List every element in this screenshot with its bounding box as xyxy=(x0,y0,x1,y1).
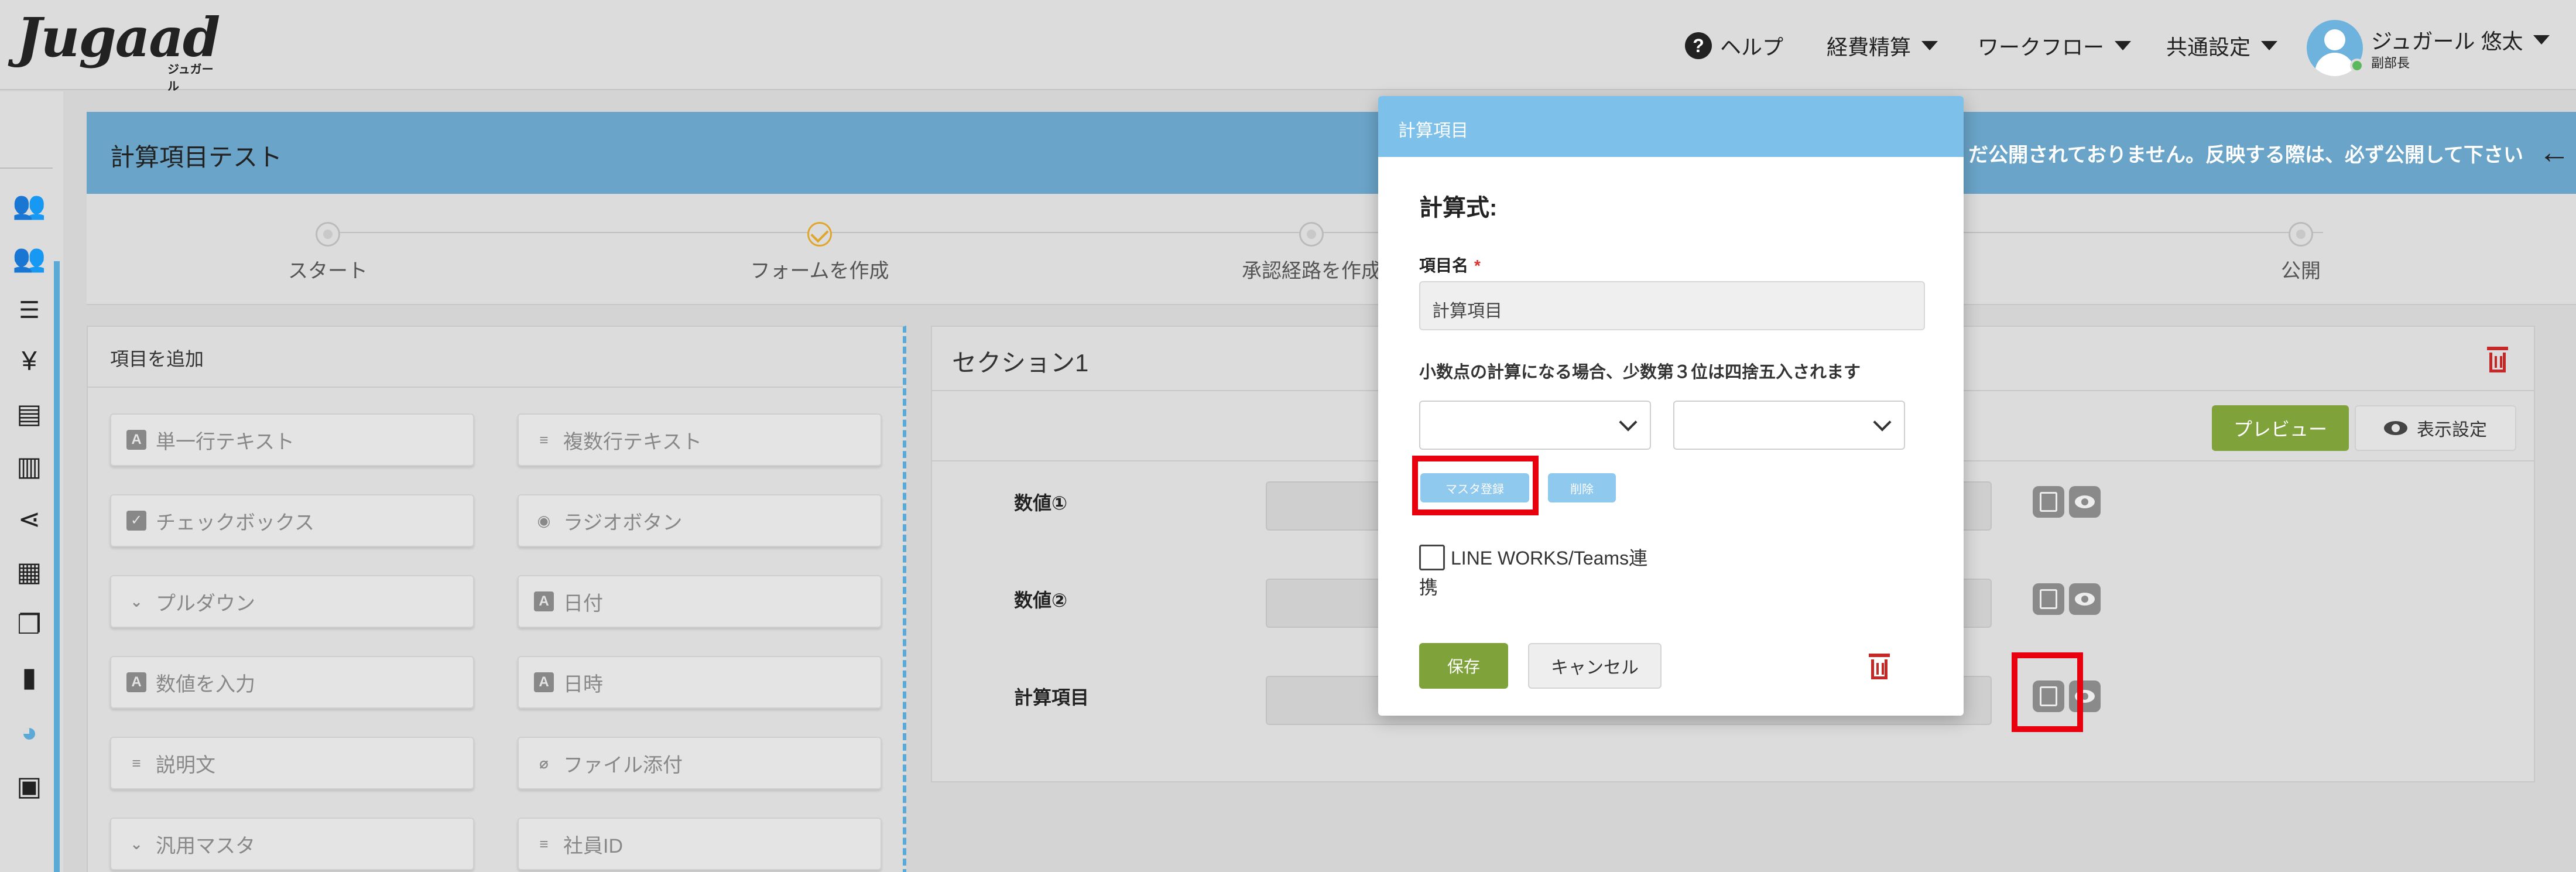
delete-formula-button[interactable]: 削除 xyxy=(1548,473,1616,502)
field-name-label: 項目名 * xyxy=(1419,257,1481,275)
field-palette: 項目を追加 A 単一行テキスト ≡ 複数行テキスト ✓ チェックボックス ◉ ラジオボタ… xyxy=(87,326,906,872)
chevron-down-icon xyxy=(1873,413,1892,432)
team-icon[interactable]: 👥 xyxy=(12,242,46,273)
cancel-button[interactable]: キャンセル xyxy=(1528,643,1662,689)
form-header: 計算項目テスト だ公開されておりません。反映する際は、必ず公開して下さい ← xyxy=(87,112,2576,194)
edit-icon[interactable] xyxy=(2033,583,2064,615)
row-label-number-2: 数値② xyxy=(1014,590,1068,611)
modal-title: 計算項目 xyxy=(1378,96,1964,157)
checkbox-icon: ✓ xyxy=(126,511,146,531)
main-content: 計算項目テスト だ公開されておりません。反映する際は、必ず公開して下さい ← ス… xyxy=(63,91,2576,872)
field-number[interactable]: A 数値を入力 xyxy=(110,656,474,709)
rail-accent xyxy=(54,261,60,872)
eye-icon[interactable] xyxy=(2069,486,2101,518)
check-icon xyxy=(807,222,832,247)
copy-icon[interactable]: ❐ xyxy=(14,609,44,640)
user-role: 副部長 xyxy=(2371,56,2410,70)
field-file-attachment[interactable]: ⌀ ファイル添付 xyxy=(518,737,882,789)
calc-item-modal: 計算項目 計算式: 項目名 * 計算項目 小数点の計算になる場合、少数第３位は四捨… xyxy=(1378,96,1964,716)
text-field-icon: A xyxy=(126,430,146,450)
field-description[interactable]: ≡ 説明文 xyxy=(110,737,474,789)
nav-common-settings-menu[interactable]: 共通設定 xyxy=(2166,28,2278,63)
preview-button[interactable]: プレビュー xyxy=(2212,405,2349,451)
formula-select-2[interactable] xyxy=(1673,401,1905,450)
field-general-master[interactable]: ⌄ 汎用マスタ xyxy=(110,818,474,870)
row-label-calc-item: 計算項目 xyxy=(1014,687,1090,708)
chevron-down-icon: ⌄ xyxy=(130,593,143,610)
help-link[interactable]: ? ヘルプ xyxy=(1685,28,1783,63)
field-name-input[interactable]: 計算項目 xyxy=(1419,281,1925,330)
nav-expense-menu[interactable]: 経費精算 xyxy=(1827,28,1938,63)
field-date[interactable]: A 日付 xyxy=(518,575,882,628)
row-label-number-1: 数値① xyxy=(1014,493,1068,514)
display-settings-button[interactable]: 表示設定 xyxy=(2355,405,2516,451)
back-arrow-icon[interactable]: ← xyxy=(2539,134,2570,170)
formula-heading: 計算式: xyxy=(1419,195,1498,221)
field-pulldown[interactable]: ⌄ プルダウン xyxy=(110,575,474,628)
rounding-note: 小数点の計算になる場合、少数第３位は四捨五入されます xyxy=(1419,363,1861,382)
text-field-icon: A xyxy=(126,672,146,692)
lines-icon: ≡ xyxy=(539,835,549,853)
table-icon[interactable]: ▦ xyxy=(14,556,44,587)
progress-steps: スタート フォームを作成 承認経路を作成 公開 xyxy=(87,194,2576,305)
users-icon[interactable]: 👥 xyxy=(12,190,46,220)
field-employee-id[interactable]: ≡ 社員ID xyxy=(518,818,882,870)
eye-icon[interactable] xyxy=(2069,583,2101,615)
palette-title: 項目を追加 xyxy=(88,327,903,388)
page-title: 計算項目テスト xyxy=(110,143,283,171)
step-dot-icon xyxy=(1299,222,1324,247)
required-mark: * xyxy=(1474,257,1481,275)
text-field-icon: A xyxy=(534,672,554,692)
yen-icon[interactable]: ¥ xyxy=(14,346,44,376)
line-works-teams-checkbox[interactable]: LINE WORKS/Teams連 携 xyxy=(1419,543,1677,602)
online-status-dot xyxy=(2350,59,2364,73)
field-datetime[interactable]: A 日時 xyxy=(518,656,882,709)
step-approval-route[interactable]: 承認経路を作成 xyxy=(1224,215,1399,283)
highlight-master-register xyxy=(1412,456,1539,515)
delete-item-trash-icon[interactable] xyxy=(1868,654,1891,680)
lines-icon: ≡ xyxy=(539,431,549,449)
save-button[interactable]: 保存 xyxy=(1419,643,1508,689)
caret-down-icon xyxy=(2533,35,2550,45)
chevron-down-icon: ⌄ xyxy=(130,835,143,853)
radio-icon: ◉ xyxy=(537,512,551,529)
top-header: Jugaad ジュガール ? ヘルプ 経費精算 ワークフロー 共通設定 ジュガー… xyxy=(0,0,2576,93)
file-icon[interactable]: ▮ xyxy=(14,662,44,692)
field-multi-line-text[interactable]: ≡ 複数行テキスト xyxy=(518,413,882,466)
nav-workflow-menu[interactable]: ワークフロー xyxy=(1978,28,2132,63)
user-menu[interactable]: ジュガール 悠太 xyxy=(2371,25,2550,55)
field-radio[interactable]: ◉ ラジオボタン xyxy=(518,494,882,547)
help-icon: ? xyxy=(1685,32,1712,59)
caret-down-icon xyxy=(1921,41,1938,50)
book-icon[interactable]: ▥ xyxy=(14,451,44,481)
list-icon[interactable]: ☰ xyxy=(14,295,44,326)
sidebar: 👥 👥 ☰ ¥ ▤ ▥ ⋖ ▦ ❐ ▮ ◕ ▣ xyxy=(0,91,63,872)
step-start[interactable]: スタート xyxy=(240,215,416,283)
caret-down-icon xyxy=(2115,41,2132,50)
checkbox-icon[interactable] xyxy=(1419,545,1445,570)
field-checkbox[interactable]: ✓ チェックボックス xyxy=(110,494,474,547)
delete-section-trash-icon[interactable] xyxy=(2486,347,2509,374)
step-publish[interactable]: 公開 xyxy=(2213,215,2389,283)
field-single-line-text[interactable]: A 単一行テキスト xyxy=(110,413,474,466)
document-icon[interactable]: ▤ xyxy=(14,398,44,429)
wallet-icon[interactable]: ▣ xyxy=(14,771,44,801)
divider xyxy=(0,167,53,169)
eye-icon xyxy=(2384,421,2407,435)
lines-icon: ≡ xyxy=(132,754,141,772)
paperclip-icon: ⌀ xyxy=(539,754,549,772)
step-dot-icon xyxy=(316,222,340,247)
app-logo[interactable]: Jugaad ジュガール xyxy=(16,8,220,93)
share-icon[interactable]: ⋖ xyxy=(14,504,44,534)
publish-notice: だ公開されておりません。反映する際は、必ず公開して下さい xyxy=(1968,144,2523,166)
caret-down-icon xyxy=(2261,41,2278,50)
edit-icon[interactable] xyxy=(2033,486,2064,518)
formula-select-1[interactable] xyxy=(1419,401,1651,450)
text-field-icon: A xyxy=(534,591,554,611)
step-create-form[interactable]: フォームを作成 xyxy=(732,215,907,283)
highlight-edit-button xyxy=(2012,652,2083,732)
step-dot-icon xyxy=(2289,222,2313,247)
chevron-down-icon xyxy=(1619,413,1638,432)
palette-icon[interactable]: ◕ xyxy=(14,717,44,747)
